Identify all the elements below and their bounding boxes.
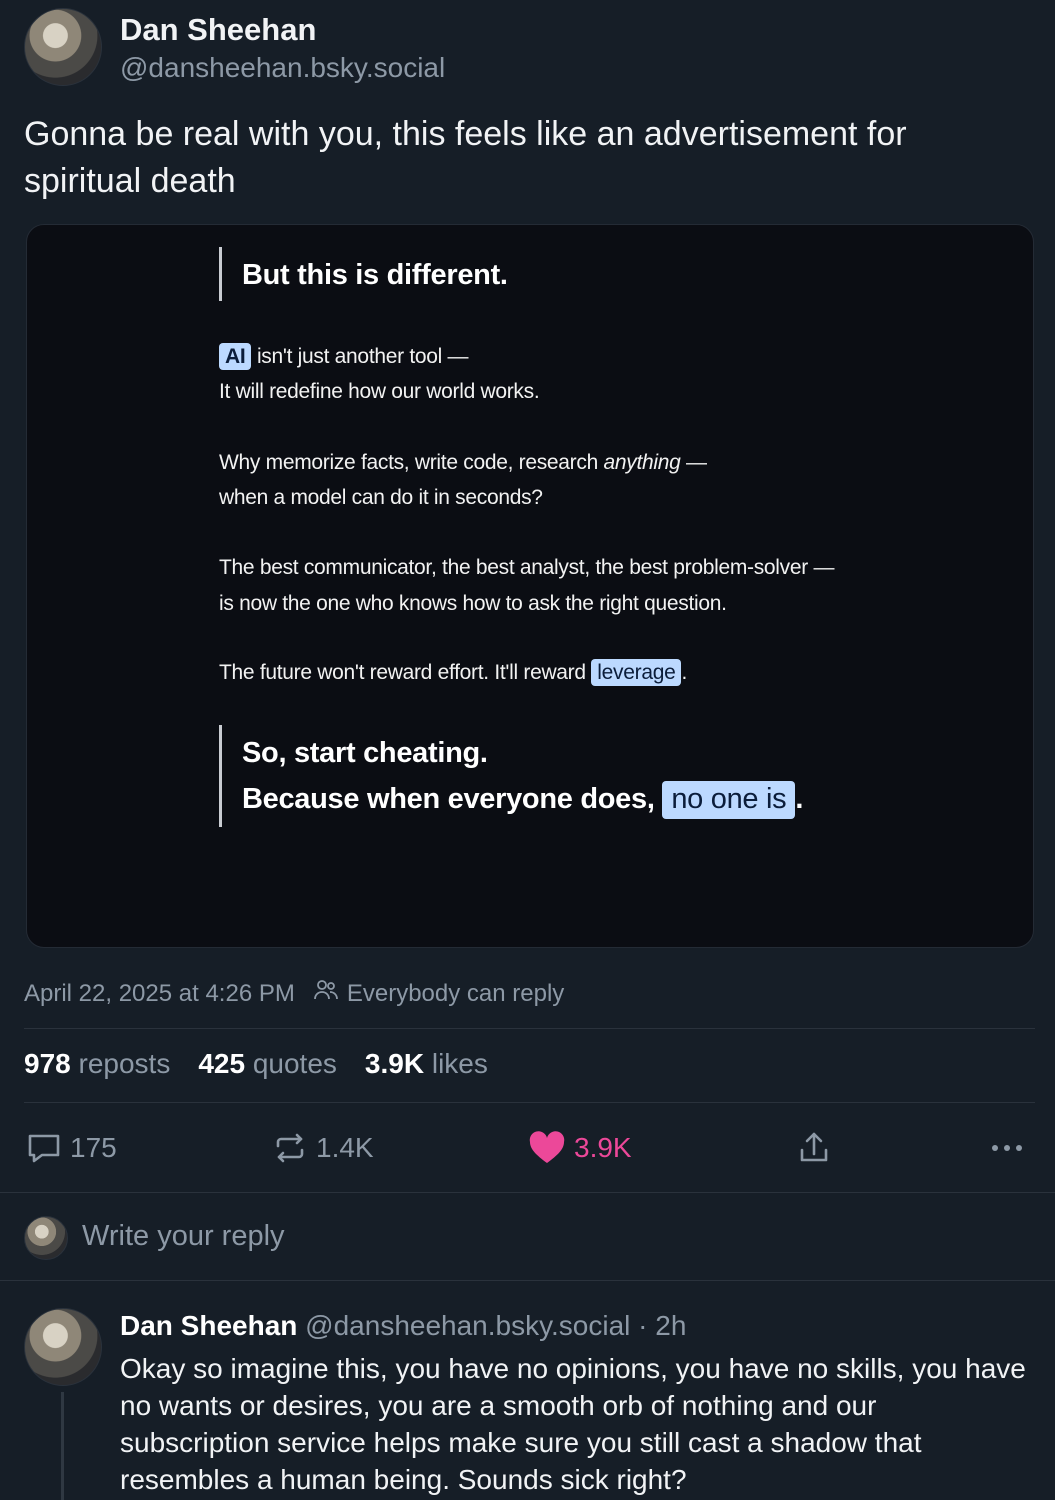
divider — [0, 1192, 1055, 1193]
comment-author-handle[interactable]: @dansheehan.bsky.social — [305, 1310, 630, 1341]
divider — [24, 1102, 1035, 1103]
comment-time: · 2h — [638, 1310, 687, 1341]
quotes-stat[interactable]: 425 quotes — [198, 1048, 337, 1080]
current-user-avatar — [24, 1216, 68, 1260]
repost-icon — [276, 1133, 304, 1163]
more-button[interactable] — [990, 1126, 1024, 1170]
p1-text: isn't just another tool — — [251, 345, 469, 368]
reply-setting: Everybody can reply — [346, 979, 565, 1007]
author-name[interactable]: Dan Sheehan — [120, 12, 316, 48]
no-one-is-tag: no one is — [662, 781, 796, 819]
quote-bar — [219, 247, 222, 301]
embedded-image-card[interactable]: But this is different. AI isn't just ano… — [26, 224, 1034, 948]
image-paragraph-2-line-2: when a model can do it in seconds? — [219, 486, 543, 509]
post-text: Gonna be real with you, this feels like … — [24, 115, 907, 200]
image-paragraph-1-line-2: It will redefine how our world works. — [219, 380, 540, 403]
comment-author-name[interactable]: Dan Sheehan — [120, 1310, 297, 1341]
p2-emphasis: anything — [603, 451, 681, 474]
post-stats: 978 reposts 425 quotes 3.9K likes — [24, 1048, 488, 1080]
repost-count: 1.4K — [316, 1132, 374, 1163]
image-paragraph-2: Why memorize facts, write code, research… — [219, 451, 707, 475]
p4-text: The future won't reward effort. It'll re… — [219, 661, 592, 684]
share-button[interactable] — [796, 1126, 832, 1170]
closing-period: . — [795, 783, 804, 815]
closing-line-1: So, start cheating. — [242, 737, 488, 769]
quotes-label: quotes — [252, 1048, 337, 1079]
thread-line — [61, 1392, 64, 1500]
closing-text: Because when everyone does, — [242, 783, 663, 815]
author-avatar[interactable] — [24, 8, 102, 86]
heart-icon — [529, 1131, 565, 1163]
reposts-count: 978 — [24, 1048, 71, 1079]
image-paragraph-3: The best communicator, the best analyst,… — [219, 556, 835, 579]
ai-tag: AI — [219, 343, 252, 371]
reposts-stat[interactable]: 978 reposts — [24, 1048, 170, 1080]
image-paragraph-1: AI isn't just another tool — — [219, 343, 469, 371]
comment-header: Dan Sheehan @dansheehan.bsky.social · 2h — [120, 1310, 686, 1342]
image-paragraph-3-line-2: is now the one who knows how to ask the … — [219, 592, 727, 615]
reply-button[interactable]: 175 — [26, 1126, 117, 1170]
image-heading: But this is different. — [242, 259, 508, 291]
repost-button[interactable]: 1.4K — [272, 1126, 374, 1170]
people-icon — [313, 978, 339, 1009]
closing-line-2: Because when everyone does, no one is. — [242, 781, 803, 819]
p2-text: Why memorize facts, write code, research — [219, 451, 604, 474]
comment-text: Okay so imagine this, you have no opinio… — [120, 1353, 1026, 1495]
post-meta: April 22, 2025 at 4:26 PM Everybody can … — [24, 978, 564, 1009]
reposts-label: reposts — [78, 1048, 171, 1079]
p2-dash: — — [680, 451, 707, 474]
write-reply-input[interactable]: Write your reply — [82, 1220, 285, 1253]
likes-stat[interactable]: 3.9K likes — [365, 1048, 488, 1080]
action-bar: 175 1.4K 3.9K — [0, 1126, 1055, 1170]
likes-label: likes — [431, 1048, 488, 1079]
reply-icon — [28, 1134, 60, 1163]
reply-count: 175 — [70, 1132, 117, 1163]
timestamp[interactable]: April 22, 2025 at 4:26 PM — [24, 980, 295, 1008]
divider — [24, 1028, 1035, 1029]
likes-count: 3.9K — [364, 1048, 425, 1079]
like-count: 3.9K — [574, 1132, 632, 1163]
quotes-count: 425 — [198, 1048, 246, 1079]
more-icon — [992, 1145, 1022, 1151]
like-button[interactable]: 3.9K — [528, 1126, 632, 1170]
comment-author-avatar[interactable] — [24, 1308, 102, 1386]
divider — [0, 1280, 1055, 1281]
p4-period: . — [681, 661, 687, 684]
closing-quote-bar — [219, 725, 222, 827]
share-icon — [800, 1132, 828, 1162]
leverage-tag: leverage — [591, 659, 682, 687]
image-paragraph-4: The future won't reward effort. It'll re… — [219, 659, 687, 687]
author-handle[interactable]: @dansheehan.bsky.social — [120, 52, 445, 84]
